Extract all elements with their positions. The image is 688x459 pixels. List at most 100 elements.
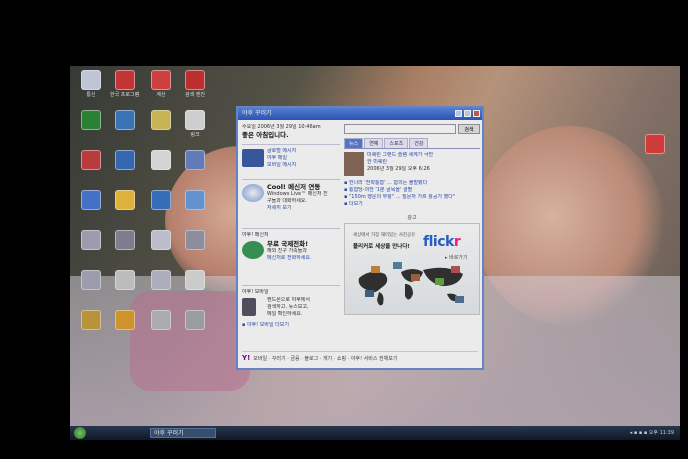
minimize-button[interactable] (455, 110, 462, 117)
news-photo[interactable] (344, 152, 364, 176)
phone-icon (242, 298, 256, 316)
window-title: 야후 꾸러기 (242, 110, 272, 117)
desktop-icon[interactable] (76, 230, 106, 251)
news-item[interactable]: ▪ 통합당-의전 '1분 골목을' 결별 (344, 187, 455, 194)
desktop-icon-glyph (81, 150, 101, 170)
desktop-icon[interactable] (146, 110, 176, 131)
desktop-icon-glyph (151, 270, 171, 290)
mobile-line-3: 메일 확인하세요. (267, 311, 303, 317)
desktop-icon[interactable] (76, 190, 106, 211)
tab-sports[interactable]: 스포츠 (384, 138, 409, 148)
close-button[interactable] (473, 110, 480, 117)
news-panel: 미쉐린 그랜드 슬램 세계가 극찬 한 미쉐린 2006년 3월 29일 오후 … (344, 152, 480, 212)
news-headline-2[interactable]: 한 미쉐린 (367, 159, 433, 166)
desktop-icon[interactable]: 한국 프로그램 모음 (110, 70, 140, 98)
desktop-icon-glyph (151, 310, 171, 330)
world-map-graphic (358, 262, 464, 306)
tab-news[interactable]: 뉴스 (344, 138, 364, 148)
ad-subtitle: 플리커로 세상을 만나다! (353, 244, 410, 250)
desktop-icon[interactable] (146, 230, 176, 251)
desktop-icon-glyph (645, 134, 665, 154)
desktop-icon[interactable] (180, 150, 210, 171)
desktop-icon[interactable] (180, 190, 210, 211)
desktop-icon[interactable] (110, 230, 140, 251)
promo-link[interactable]: 자세히 보기 (267, 205, 328, 212)
date-time: 수요일 2006년 3월 29일 10:46am (242, 124, 321, 130)
desktop-icon-label: 통신 (86, 92, 96, 98)
news-item[interactable]: ▪ 한나라 '전략통합' ... 합의는 불발됐다 (344, 180, 455, 187)
news-headline-1[interactable]: 미쉐린 그랜드 슬램 세계가 극찬 (367, 152, 433, 159)
search-bar: 검색 (344, 124, 480, 134)
desktop-icon-glyph (185, 190, 205, 210)
desktop-icon-glyph (81, 230, 101, 250)
desktop-icon[interactable] (76, 310, 106, 331)
desktop-icon-glyph (185, 150, 205, 170)
news-item[interactable]: ▪ "150m 행운의 부활" ... 질문자 가르 활공가 했다" (344, 194, 455, 201)
desktop-icon[interactable] (146, 150, 176, 171)
desktop-icon[interactable] (180, 230, 210, 251)
desktop-icon[interactable]: 통신 (76, 70, 106, 98)
desktop-icon[interactable] (146, 190, 176, 211)
maximize-button[interactable] (464, 110, 471, 117)
messenger-section: 야후! 메신저 무료 국제전화! 해외 친구 가족들과 메신저로 전화하세요. (242, 228, 340, 280)
desktop-icon-glyph (115, 230, 135, 250)
desktop-icon-glyph (151, 70, 171, 90)
desktop-icon[interactable]: 계산 (146, 70, 176, 98)
desktop-icon[interactable] (110, 190, 140, 211)
start-button-icon[interactable] (74, 427, 86, 439)
tab-health[interactable]: 건강 (409, 138, 429, 148)
desktop-icon-label: 계산 (156, 92, 166, 98)
window-titlebar[interactable]: 야후 꾸러기 (238, 108, 482, 120)
windows-live-promo: Cool! 메신저 연동 Windows Live™ 메신저 친 구들과 대화하… (242, 179, 340, 223)
desktop-icon[interactable] (110, 310, 140, 331)
desktop-icon[interactable]: 검색 엔진 (180, 70, 210, 98)
desktop-icon[interactable] (76, 270, 106, 291)
desktop-icon-glyph (185, 270, 205, 290)
messenger-line: 해외 친구 가족들과 (267, 248, 307, 254)
desktop-icon-glyph (115, 190, 135, 210)
desktop-icon[interactable] (180, 310, 210, 331)
desktop-icon-glyph (185, 70, 205, 90)
mail-link-1[interactable]: 글로벌 메시지 (267, 148, 296, 155)
promo-title: Cool! 메신저 연동 (267, 183, 321, 191)
desktop-icon-glyph (151, 190, 171, 210)
desktop-icon[interactable] (110, 270, 140, 291)
desktop-icon[interactable] (146, 310, 176, 331)
desktop-icon-label: 검색 엔진 (185, 92, 205, 98)
yahoo-logo-icon: Y! (242, 354, 251, 362)
desktop-icon-glyph (81, 190, 101, 210)
mobile-more-link[interactable]: ▪ 야후! 모바일 더보기 (242, 322, 289, 329)
desktop-icon-glyph (185, 110, 205, 130)
desktop-icon-glyph (115, 70, 135, 90)
search-input[interactable] (344, 124, 456, 134)
desktop-icon[interactable] (110, 150, 140, 171)
desktop-icon[interactable] (76, 150, 106, 171)
desktop-icon[interactable] (180, 270, 210, 291)
bottom-links-bar: Y! 모바일 · 꾸러기 · 금융 · 블로그 · 게기 · 쇼핑 · 야후! 서… (242, 351, 478, 364)
desktop-icon[interactable] (146, 270, 176, 291)
mail-link-3[interactable]: 모바일 메시지 (267, 162, 296, 169)
wallpaper-pink-cloth (130, 291, 250, 391)
desktop-icon[interactable] (640, 134, 670, 155)
mobile-line-2: 검색하고, 뉴스보고, (267, 304, 309, 310)
desktop-icon-glyph (151, 230, 171, 250)
mail-link-2[interactable]: 야후 메일 (267, 155, 296, 162)
left-column: 수요일 2006년 3월 29일 10:46am 좋은 아침입니다. 글로벌 메… (242, 124, 340, 335)
desktop-icon[interactable]: 링크 (180, 110, 210, 138)
taskbar-window-button[interactable]: 야후 꾸러기 (150, 428, 216, 438)
desktop-icon-glyph (115, 150, 135, 170)
greeting: 좋은 아침입니다. (242, 131, 289, 139)
system-tray[interactable]: ◂ ▪ ▪ ▪ 오후 11:39 (630, 429, 674, 436)
messenger-link[interactable]: 메신저로 전화하세요. (267, 255, 312, 262)
yahoo-kids-window[interactable]: 야후 꾸러기 수요일 2006년 3월 29일 10:46am 좋은 아침입니다… (236, 106, 484, 370)
search-button[interactable]: 검색 (458, 124, 480, 134)
desktop-icon[interactable] (110, 110, 140, 131)
news-more-link[interactable]: ▪ 더보기 (344, 201, 455, 208)
tab-entertainment[interactable]: 연예 (364, 138, 384, 148)
desktop-icon[interactable] (76, 110, 106, 131)
desktop-icon-glyph (115, 110, 135, 130)
mail-section: 글로벌 메시지 야후 메일 모바일 메시지 (242, 144, 340, 174)
desktop-icon-glyph (185, 230, 205, 250)
bottom-links[interactable]: 모바일 · 꾸러기 · 금융 · 블로그 · 게기 · 쇼핑 · 야후! 서비스… (253, 356, 397, 362)
flickr-ad[interactable]: 세상에서 가장 재미있는 사진공유 플리커로 세상을 만나다! flickr ▸… (344, 223, 480, 315)
